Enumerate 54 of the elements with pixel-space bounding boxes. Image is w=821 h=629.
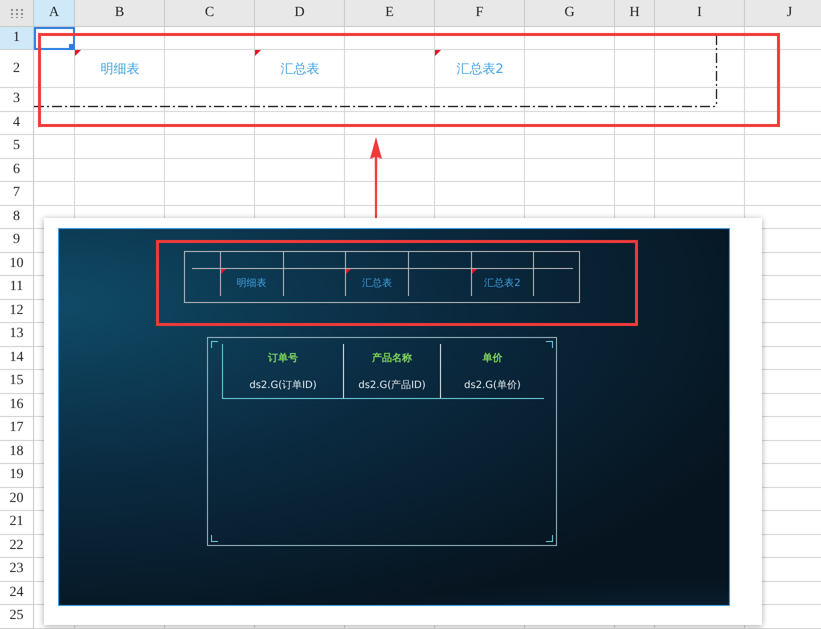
row-header[interactable]: 2 — [0, 50, 34, 88]
row-header[interactable]: 9 — [0, 229, 34, 252]
column-header[interactable]: D — [255, 0, 345, 27]
table-cell: ds2.G(单价) — [440, 372, 544, 398]
row-header[interactable]: 25 — [0, 605, 34, 628]
row-header[interactable]: 5 — [0, 135, 34, 158]
corner-bracket-icon — [211, 341, 218, 348]
row-header[interactable]: 15 — [0, 370, 34, 394]
sheet-link[interactable]: 汇总表2 — [472, 252, 534, 296]
selected-cell[interactable] — [34, 27, 75, 50]
sheet-link[interactable]: 汇总表 — [346, 252, 409, 296]
row-header[interactable]: 16 — [0, 394, 34, 417]
sheet-link[interactable]: 明细表 — [220, 252, 284, 296]
row-header[interactable]: 24 — [0, 582, 34, 605]
row-header[interactable]: 6 — [0, 158, 34, 182]
row-header[interactable]: 19 — [0, 464, 34, 488]
sheet-cell: 明细表 — [75, 50, 165, 88]
column-header[interactable]: A — [34, 0, 75, 27]
column-header[interactable]: F — [435, 0, 525, 27]
row-header[interactable]: 4 — [0, 112, 34, 135]
corner-bracket-icon — [211, 535, 218, 542]
column-header[interactable]: G — [525, 0, 615, 27]
sheet-cell: 汇总表2 — [435, 50, 525, 88]
corner-bracket-icon — [546, 341, 553, 348]
row-header[interactable]: 21 — [0, 511, 34, 534]
column-header[interactable]: J — [745, 0, 821, 27]
table-cell: ds2.G(订单ID) — [222, 372, 343, 398]
row-header[interactable]: 3 — [0, 88, 34, 112]
column-header[interactable]: C — [165, 0, 255, 27]
column-header[interactable]: E — [345, 0, 435, 27]
sheet-cell: 汇总表 — [255, 50, 345, 88]
row-header[interactable]: 10 — [0, 252, 34, 276]
column-heading: 单价 — [440, 344, 544, 372]
row-header[interactable]: 1 — [0, 27, 34, 50]
corner-bracket-icon — [546, 535, 553, 542]
row-header[interactable]: 11 — [0, 276, 34, 300]
row-header[interactable]: 18 — [0, 440, 34, 464]
row-header[interactable]: 22 — [0, 534, 34, 558]
row-header[interactable]: 17 — [0, 417, 34, 440]
table-cell: ds2.G(产品ID) — [343, 372, 440, 398]
row-header[interactable]: 20 — [0, 488, 34, 511]
row-header[interactable]: 14 — [0, 346, 34, 370]
column-heading: 订单号 — [222, 344, 343, 372]
row-header[interactable]: 7 — [0, 182, 34, 206]
row-header[interactable]: 23 — [0, 558, 34, 582]
fill-handle[interactable] — [69, 44, 73, 48]
column-heading: 产品名称 — [343, 344, 440, 372]
row-header[interactable]: 12 — [0, 300, 34, 323]
column-header[interactable]: I — [655, 0, 745, 27]
column-header[interactable]: B — [75, 0, 165, 27]
grid-icon[interactable] — [10, 8, 24, 18]
column-header[interactable]: H — [615, 0, 655, 27]
row-header[interactable]: 13 — [0, 323, 34, 346]
row-header[interactable]: 8 — [0, 206, 34, 229]
